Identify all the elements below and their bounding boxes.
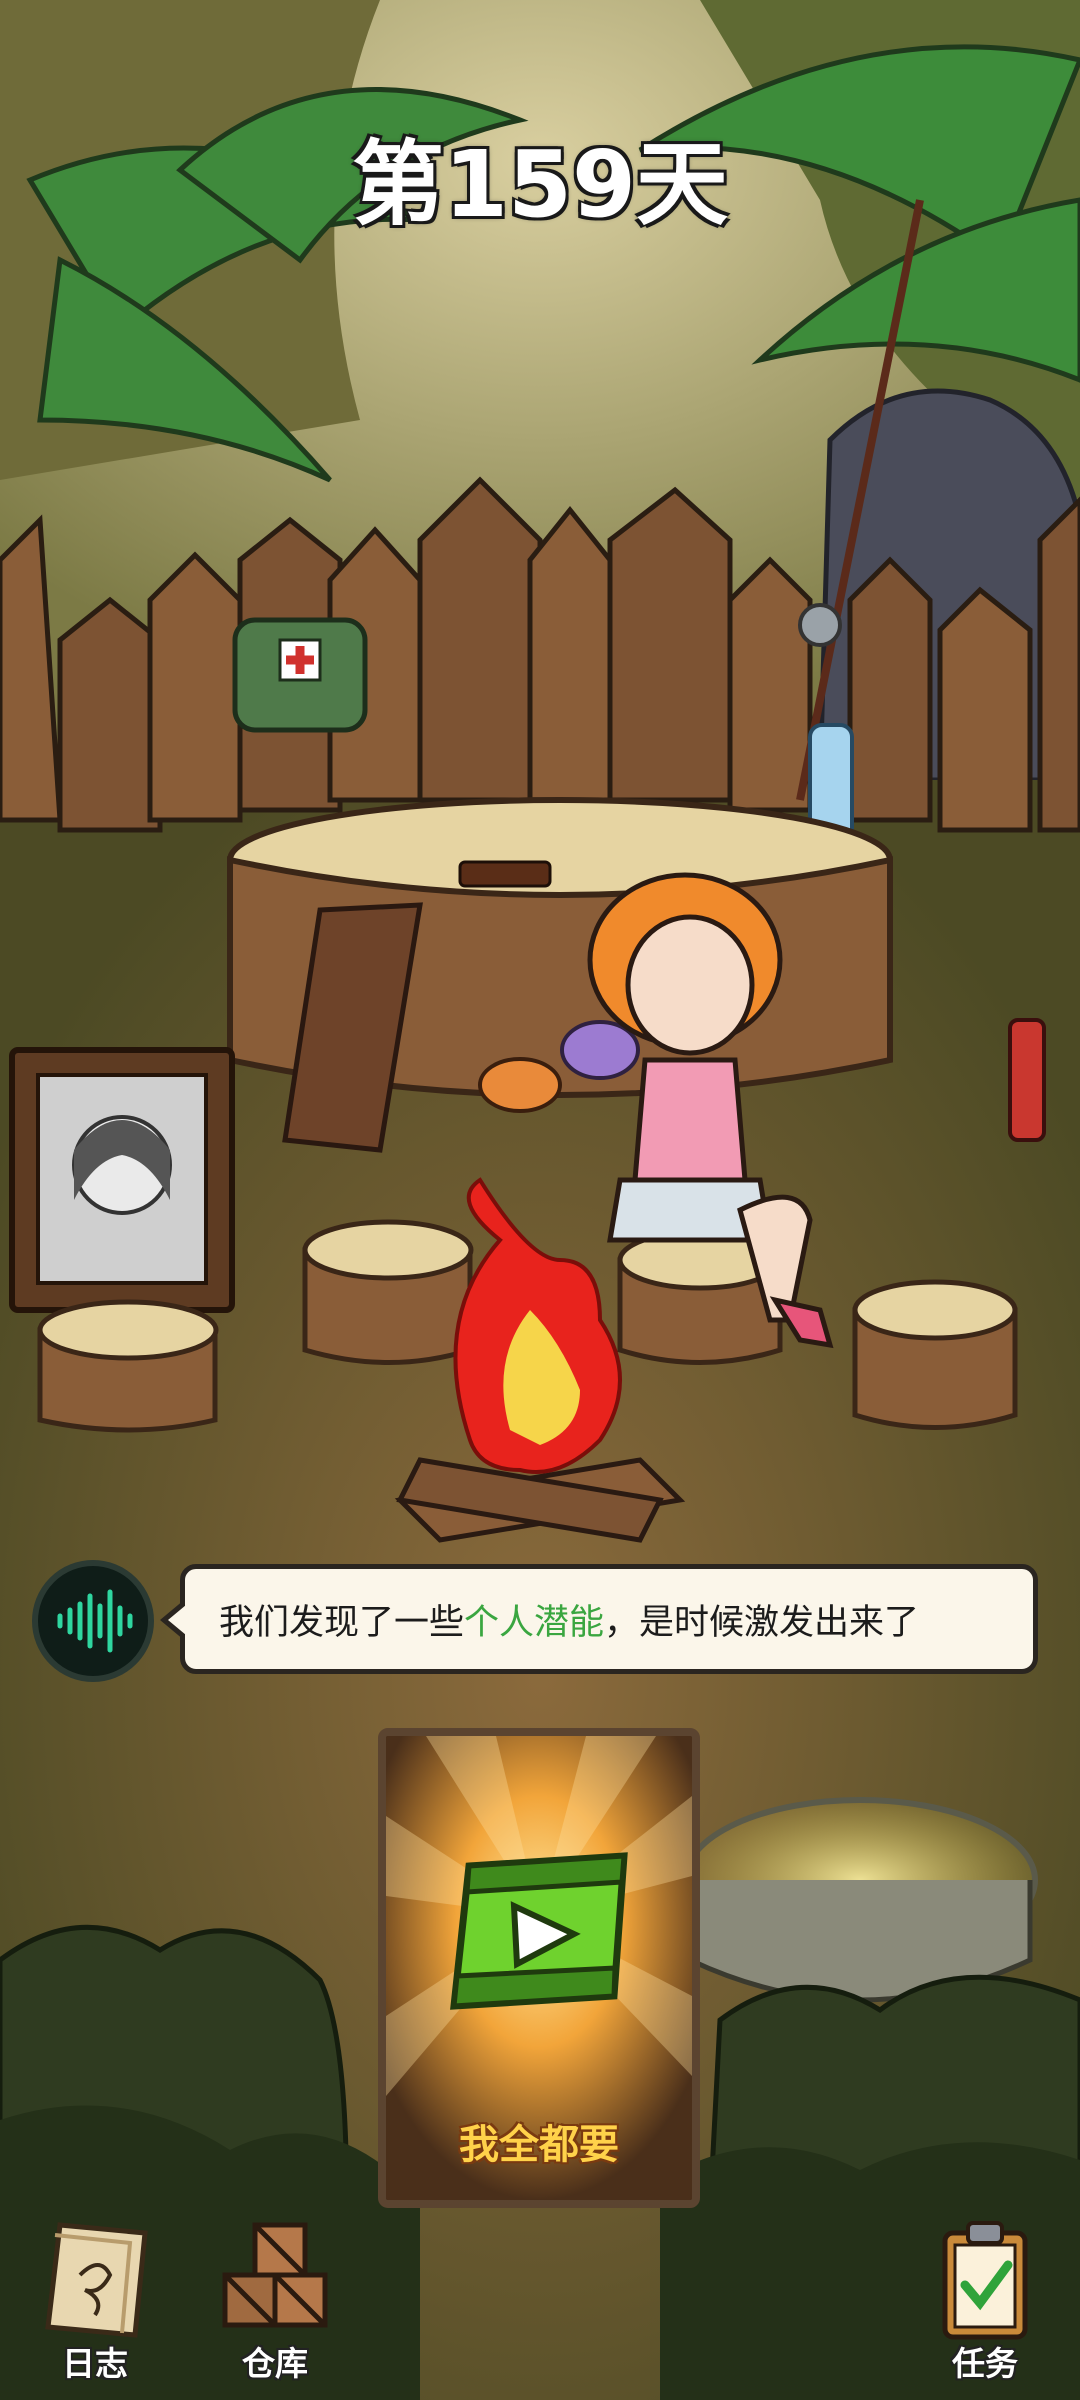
collect-all-label: 我全都要 xyxy=(459,2122,619,2168)
video-play-icon xyxy=(450,1852,628,2010)
storage-label: 仓库 xyxy=(242,2344,308,2383)
crates-icon xyxy=(222,2222,328,2328)
dialog-text-highlight: 个人潜能 xyxy=(464,1602,605,1643)
log-button[interactable]: 日志 xyxy=(20,2215,170,2385)
log-label: 日志 xyxy=(62,2344,128,2383)
dialog-bubble: 我们发现了一些 个人潜能 ，是时候激发出来了 xyxy=(180,1564,1038,1674)
watch-ad-reward-card[interactable]: 我全都要 xyxy=(378,1728,700,2208)
narration-dialog[interactable]: 我们发现了一些 个人潜能 ，是时候激发出来了 xyxy=(32,1560,1042,1682)
voice-wave-icon[interactable] xyxy=(32,1560,154,1682)
dialog-text-after: ，是时候激发出来了 xyxy=(604,1602,920,1643)
notebook-icon xyxy=(45,2222,148,2338)
dialog-text-before: 我们发现了一些 xyxy=(219,1602,465,1643)
clipboard-icon xyxy=(942,2221,1028,2340)
tasks-label: 任务 xyxy=(952,2344,1018,2383)
day-counter-title: 第159天 xyxy=(351,131,729,238)
bubble-tail-inner xyxy=(168,1605,186,1635)
tasks-button[interactable]: 任务 xyxy=(910,2215,1060,2385)
storage-button[interactable]: 仓库 xyxy=(200,2215,350,2385)
